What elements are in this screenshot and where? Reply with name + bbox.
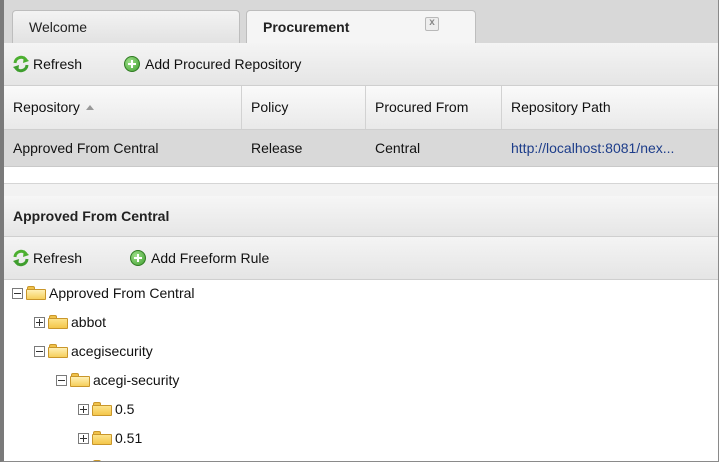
tree-node-abbot[interactable]: abbot: [34, 309, 106, 335]
cell-repository: Approved From Central: [13, 140, 159, 156]
expand-icon[interactable]: [78, 433, 89, 444]
tree-node-label: abbot: [71, 314, 107, 330]
folder-icon: [48, 315, 68, 329]
tab-procurement[interactable]: Procurement x: [246, 10, 476, 43]
column-header-repository-path[interactable]: Repository Path: [502, 86, 718, 129]
refresh-label: Refresh: [33, 56, 83, 72]
tab-procurement-label: Procurement: [263, 19, 350, 35]
column-header-procured-from-label: Procured From: [375, 99, 469, 115]
expand-icon[interactable]: [34, 317, 45, 328]
expand-icon[interactable]: [78, 404, 89, 415]
add-freeform-rule-label: Add Freeform Rule: [151, 250, 270, 266]
column-header-repository-path-label: Repository Path: [511, 99, 611, 115]
procurement-toolbar: Refresh Add Procured Repository: [4, 43, 718, 86]
grid-header: Repository Policy Procured From Reposito…: [4, 86, 718, 130]
folder-open-icon: [48, 344, 68, 358]
sort-ascending-icon: [85, 105, 94, 110]
add-procured-repository-button[interactable]: Add Procured Repository: [124, 53, 301, 75]
refresh-button[interactable]: Refresh: [12, 53, 82, 75]
refresh-rules-button[interactable]: Refresh: [12, 247, 82, 269]
collapse-icon[interactable]: [12, 288, 23, 299]
column-header-procured-from[interactable]: Procured From: [366, 86, 502, 129]
column-header-repository-label: Repository: [13, 99, 80, 115]
cell-policy: Release: [251, 140, 303, 156]
tree-node-label: Approved From Central: [49, 285, 195, 301]
column-header-policy-label: Policy: [251, 99, 289, 115]
tab-bar: Welcome Procurement x: [4, 0, 718, 44]
add-icon: [130, 250, 146, 266]
tree-node-label: acegisecurity: [71, 343, 153, 359]
add-icon: [124, 56, 140, 72]
refresh-icon: [13, 55, 29, 73]
refresh-rules-label: Refresh: [33, 250, 83, 266]
tab-welcome[interactable]: Welcome: [12, 10, 240, 43]
folder-icon: [92, 431, 112, 445]
rules-toolbar: Refresh Add Freeform Rule: [4, 237, 718, 280]
collapse-icon[interactable]: [34, 346, 45, 357]
panel-splitter[interactable]: [4, 183, 718, 197]
folder-open-icon: [26, 286, 46, 300]
cell-repository-path-link[interactable]: http://localhost:8081/nex...: [502, 130, 718, 166]
column-header-repository[interactable]: Repository: [4, 86, 242, 129]
folder-open-icon: [70, 373, 90, 387]
table-row[interactable]: Approved From Central Release Central ht…: [4, 130, 718, 167]
app-frame: Welcome Procurement x Refresh Add Procur…: [0, 0, 719, 462]
column-header-policy[interactable]: Policy: [242, 86, 366, 129]
add-procured-repository-label: Add Procured Repository: [145, 56, 302, 72]
tree-node-partial[interactable]: [78, 454, 115, 461]
refresh-icon: [13, 249, 29, 267]
folder-icon: [92, 460, 112, 461]
tree-node-root[interactable]: Approved From Central: [12, 280, 195, 306]
collapse-icon[interactable]: [56, 375, 67, 386]
tree-node-label: acegi-security: [93, 372, 180, 388]
tree-node-label: 0.51: [115, 430, 143, 446]
tree-node-0-5[interactable]: 0.5: [78, 396, 134, 422]
tree-node-0-51[interactable]: 0.51: [78, 425, 142, 451]
close-icon[interactable]: x: [425, 17, 439, 31]
tab-welcome-label: Welcome: [29, 19, 88, 35]
panel-title: Approved From Central: [4, 196, 718, 237]
tree-node-label: 0.5: [115, 401, 135, 417]
tree-node-acegisecurity[interactable]: acegisecurity: [34, 338, 153, 364]
folder-icon: [92, 402, 112, 416]
tree-node-acegi-security[interactable]: acegi-security: [56, 367, 179, 393]
add-freeform-rule-button[interactable]: Add Freeform Rule: [130, 247, 269, 269]
cell-procured-from: Central: [375, 140, 421, 156]
